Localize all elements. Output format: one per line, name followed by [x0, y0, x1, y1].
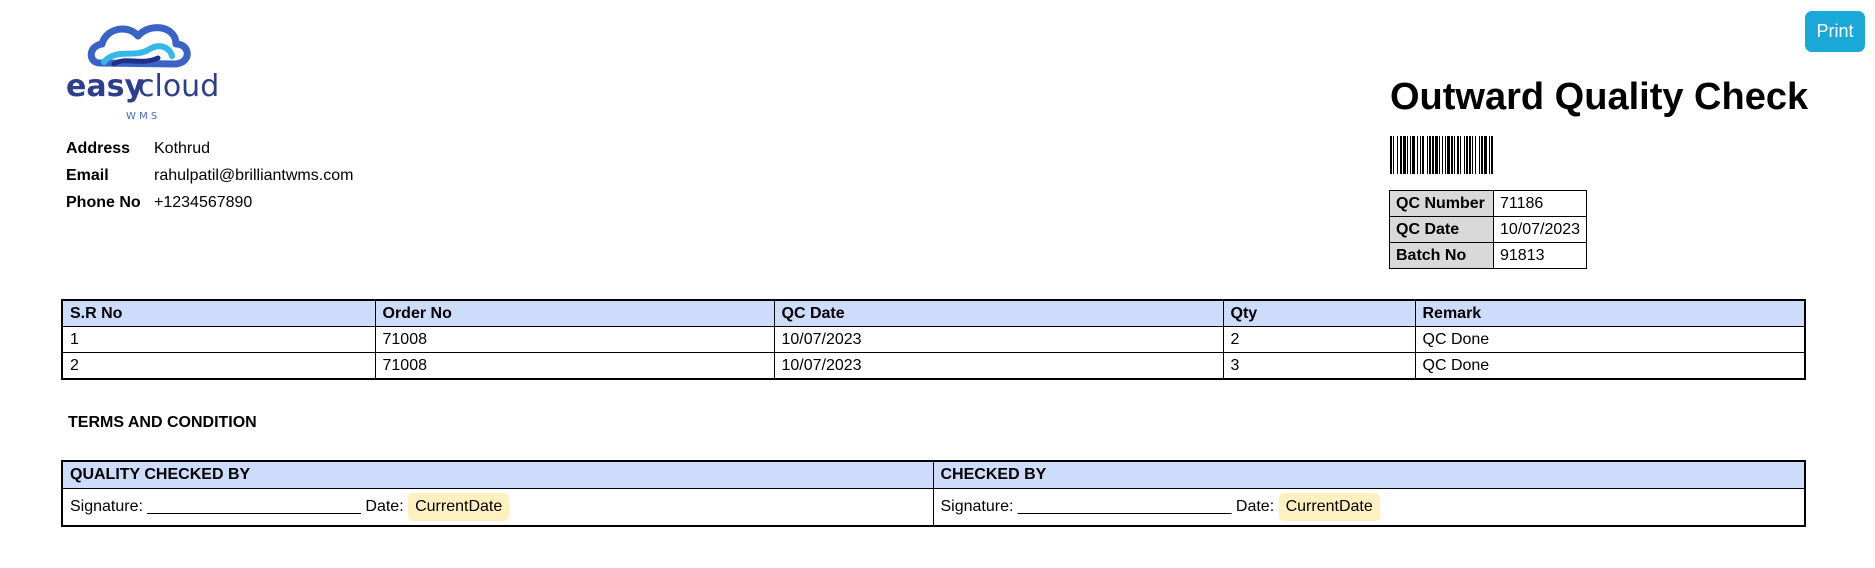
barcode-bar [1422, 136, 1424, 174]
barcode-bar [1472, 136, 1473, 174]
current-date-field: CurrentDate [1278, 493, 1380, 521]
barcode-bar [1407, 136, 1408, 174]
logo-tagline: W M S [126, 111, 157, 122]
barcode-bar [1445, 136, 1446, 174]
barcode-bar [1475, 136, 1476, 174]
barcode-bar [1469, 136, 1471, 174]
barcode-bar [1464, 136, 1465, 174]
cell-order-no: 71008 [374, 326, 775, 353]
cloud-icon [87, 24, 191, 68]
cell-order-no: 71008 [374, 352, 775, 380]
barcode-bar [1479, 136, 1480, 174]
company-logo: easy cloud W M S [66, 24, 219, 122]
barcode-bar [1447, 136, 1450, 174]
column-header-sr-no: S.R No [61, 299, 376, 327]
cell-qc-date: 10/07/2023 [773, 326, 1224, 353]
barcode-bar [1432, 136, 1434, 174]
barcode-bar [1454, 136, 1455, 174]
barcode-bar [1410, 136, 1411, 174]
column-header-qty: Qty [1222, 299, 1416, 327]
qc-date-value: 10/07/2023 [1492, 216, 1588, 243]
email-value: rahulpatil@brilliantwms.com [154, 166, 354, 184]
checked-by-signature-cell: Signature: ________________________ Date… [932, 488, 1806, 527]
email-label: Email [66, 166, 109, 184]
column-header-remark: Remark [1414, 299, 1806, 327]
barcode-bar [1466, 136, 1468, 174]
barcode-bar [1393, 136, 1394, 174]
quality-checked-by-header: QUALITY CHECKED BY [61, 460, 934, 489]
qc-number-value: 71186 [1492, 190, 1588, 217]
barcode-bar [1457, 136, 1459, 174]
barcode-bar [1397, 136, 1398, 174]
current-date-field: CurrentDate [408, 493, 510, 521]
checked-by-header: CHECKED BY [932, 460, 1806, 489]
table-row: 1 71008 10/07/2023 2 QC Done [61, 326, 1806, 353]
qc-meta-table: QC Number 71186 QC Date 10/07/2023 Batch… [1389, 190, 1588, 269]
signature-line: Signature: ________________________ Date… [940, 498, 1275, 515]
barcode-bar [1442, 136, 1443, 174]
print-button[interactable]: Print [1805, 11, 1865, 52]
cell-sr-no: 1 [61, 326, 376, 353]
barcode-icon [1390, 136, 1493, 174]
phone-value: +1234567890 [154, 193, 253, 211]
barcode-bar [1390, 136, 1392, 174]
barcode-bar [1484, 136, 1487, 174]
cell-remark: QC Done [1414, 352, 1806, 380]
barcode-bar [1451, 136, 1453, 174]
barcode-bar [1427, 136, 1428, 174]
company-row-phone: Phone No +1234567890 [66, 189, 365, 216]
quality-checked-signature-cell: Signature: ________________________ Date… [61, 488, 934, 527]
cell-qty: 2 [1222, 326, 1416, 353]
qc-number-label: QC Number [1389, 190, 1494, 217]
barcode-bar [1460, 136, 1461, 174]
address-label: Address [66, 139, 131, 157]
barcode-bar [1429, 136, 1431, 174]
cell-remark: QC Done [1414, 326, 1806, 353]
logo-word-easy: easy [66, 69, 144, 104]
qc-items-table: S.R No Order No QC Date Qty Remark 1 710… [61, 299, 1806, 380]
cell-sr-no: 2 [61, 352, 376, 380]
meta-row: QC Number 71186 [1389, 190, 1588, 217]
cell-qc-date: 10/07/2023 [773, 352, 1224, 380]
signature-line: Signature: ________________________ Date… [70, 498, 404, 515]
table-row: 2 71008 10/07/2023 3 QC Done [61, 352, 1806, 380]
address-value: Kothrud [154, 139, 211, 157]
qc-date-label: QC Date [1389, 216, 1494, 243]
table-header-row: S.R No Order No QC Date Qty Remark [61, 299, 1806, 327]
document-title: Outward Quality Check [1390, 76, 1809, 118]
barcode-bar [1435, 136, 1438, 174]
barcode-bar [1400, 136, 1402, 174]
signoff-header-row: QUALITY CHECKED BY CHECKED BY [61, 460, 1806, 489]
barcode-bar [1420, 136, 1421, 174]
barcode-bar [1481, 136, 1483, 174]
barcode-bar [1403, 136, 1406, 174]
barcode-bar [1491, 136, 1493, 174]
company-details: Address Kothrud Email rahulpatil@brillia… [66, 135, 365, 216]
terms-heading: TERMS AND CONDITION [68, 414, 257, 431]
logo-word-cloud: cloud [138, 69, 219, 104]
signoff-table: QUALITY CHECKED BY CHECKED BY Signature:… [61, 460, 1806, 527]
meta-row: QC Date 10/07/2023 [1389, 216, 1588, 243]
batch-no-label: Batch No [1389, 242, 1494, 269]
barcode-bar [1489, 136, 1490, 174]
column-header-order-no: Order No [374, 299, 775, 327]
batch-no-value: 91813 [1492, 242, 1588, 269]
phone-label: Phone No [66, 193, 141, 211]
company-row-email: Email rahulpatil@brilliantwms.com [66, 162, 365, 189]
signoff-row: Signature: ________________________ Date… [61, 488, 1806, 527]
barcode-bar [1439, 136, 1440, 174]
barcode-bar [1412, 136, 1415, 174]
company-row-address: Address Kothrud [66, 135, 365, 162]
column-header-qc-date: QC Date [773, 299, 1224, 327]
cell-qty: 3 [1222, 352, 1416, 380]
barcode-bar [1417, 136, 1418, 174]
meta-row: Batch No 91813 [1389, 242, 1588, 269]
